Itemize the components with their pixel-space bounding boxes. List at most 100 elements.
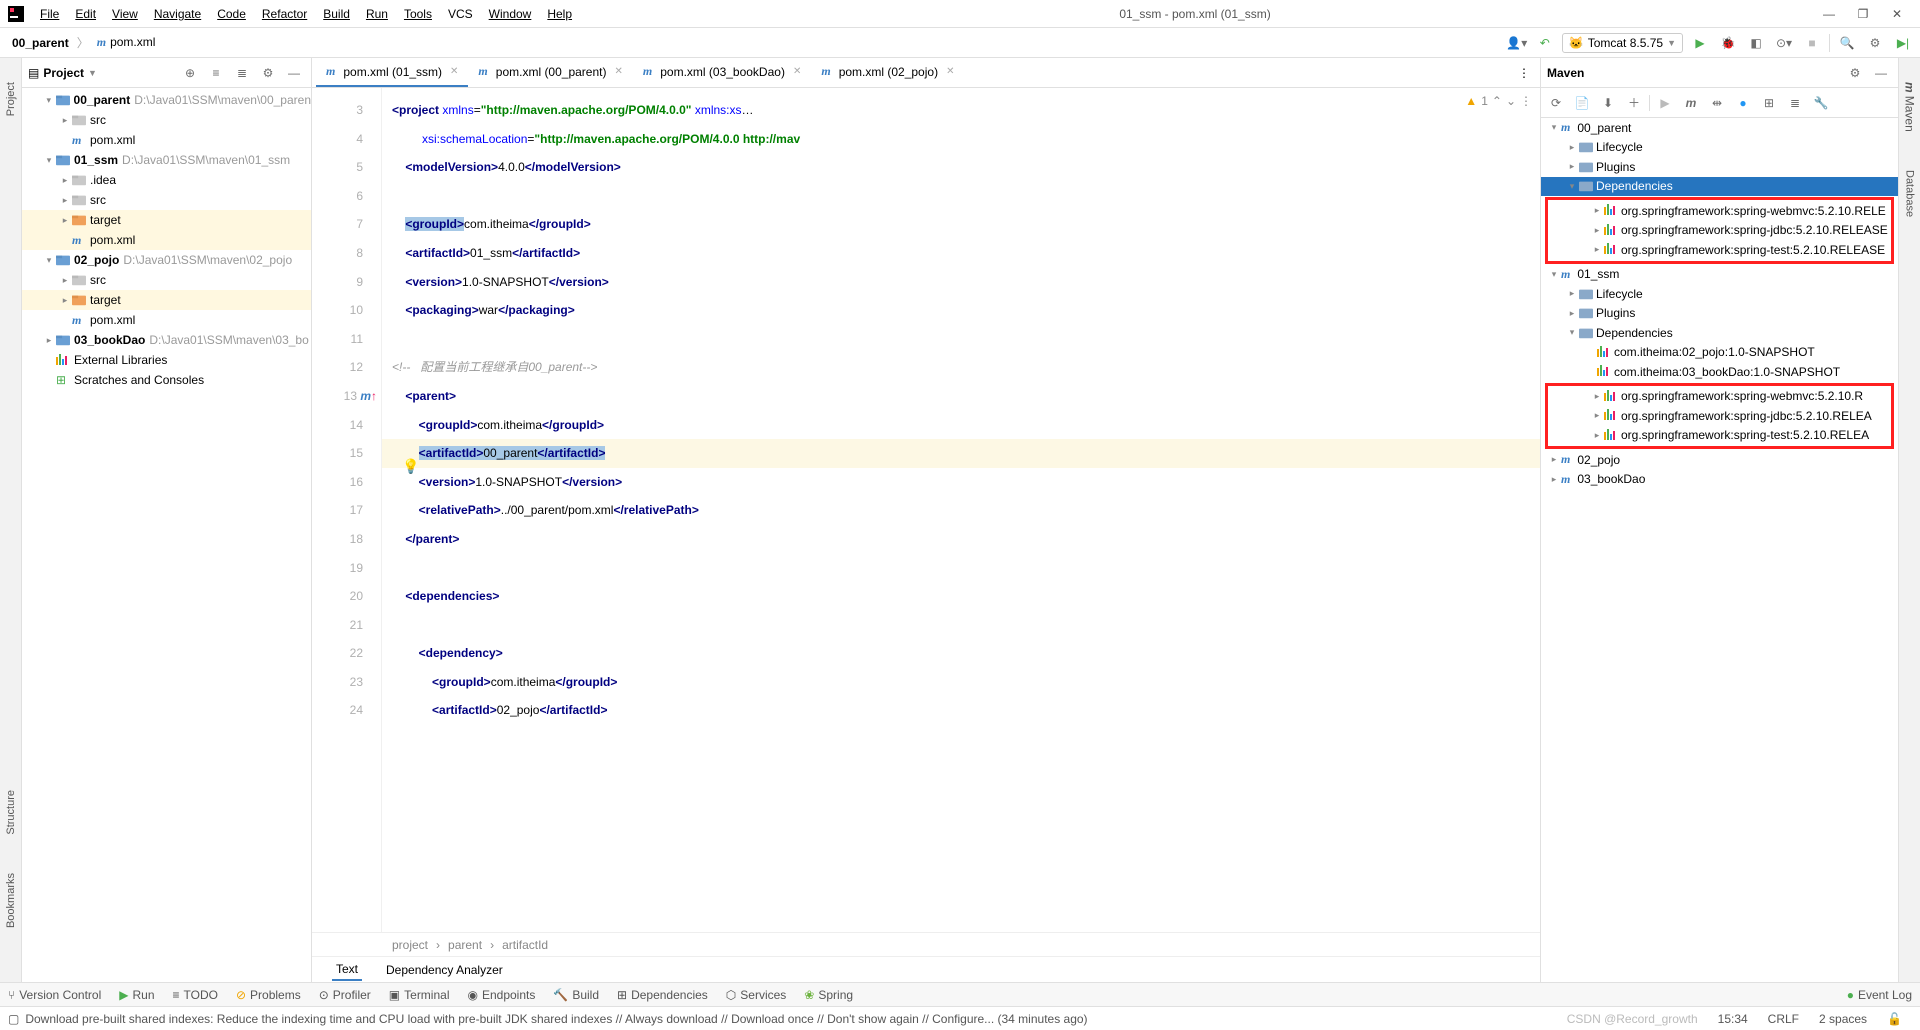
maven-node[interactable]: ▸Plugins (1541, 304, 1898, 324)
expand-arrow-icon[interactable]: ▾ (1547, 122, 1561, 133)
select-opened-file-icon[interactable]: ⊕ (179, 62, 201, 84)
tree-item-03_bookDao[interactable]: ▸03_bookDaoD:\Java01\SSM\maven\03_bo (22, 330, 311, 350)
profile-button[interactable]: ⊙▾ (1773, 32, 1795, 54)
settings-icon[interactable]: ⚙ (1844, 62, 1866, 84)
expand-arrow-icon[interactable]: ▸ (1590, 410, 1604, 421)
menu-tools[interactable]: Tools (396, 5, 440, 23)
add-icon[interactable]: ＋ (1623, 92, 1645, 114)
tree-item-.idea[interactable]: ▸.idea (22, 170, 311, 190)
code-line-24[interactable]: <artifactId>02_pojo</artifactId> (382, 696, 1540, 725)
show-dependencies-icon[interactable]: ⊞ (1758, 92, 1780, 114)
code-line-19[interactable] (382, 554, 1540, 583)
code-line-11[interactable] (382, 325, 1540, 354)
code-line-9[interactable]: <version>1.0-SNAPSHOT</version> (382, 268, 1540, 297)
tree-item-pom.xml[interactable]: mpom.xml (22, 130, 311, 150)
expand-arrow-icon[interactable]: ▸ (1590, 430, 1604, 441)
editor-tab[interactable]: mpom.xml (00_parent)✕ (468, 59, 632, 87)
project-tree[interactable]: ▾00_parentD:\Java01\SSM\maven\00_paren ▸s… (22, 88, 311, 982)
expand-arrow-icon[interactable]: ▸ (1547, 474, 1561, 485)
coverage-button[interactable]: ◧ (1745, 32, 1767, 54)
tree-item-01_ssm[interactable]: ▾01_ssmD:\Java01\SSM\maven\01_ssm (22, 150, 311, 170)
intention-bulb-icon[interactable]: 💡 (402, 458, 419, 475)
maven-node[interactable]: ▾Dependencies (1541, 323, 1898, 343)
menu-window[interactable]: Window (481, 5, 540, 23)
expand-arrow-icon[interactable]: ▸ (58, 275, 72, 286)
tw-profiler[interactable]: ⊙Profiler (319, 988, 371, 1002)
code-line-20[interactable]: <dependencies> (382, 582, 1540, 611)
maximize-button[interactable]: ❐ (1848, 4, 1878, 24)
tw-dependencies[interactable]: ⊞Dependencies (617, 988, 708, 1002)
maven-node[interactable]: ▸org.springframework:spring-test:5.2.10.… (1548, 240, 1891, 260)
expand-all-icon[interactable]: ≡ (205, 62, 227, 84)
maven-node[interactable]: ▸org.springframework:spring-test:5.2.10.… (1548, 426, 1891, 446)
expand-arrow-icon[interactable]: ▾ (1565, 181, 1579, 192)
expand-arrow-icon[interactable]: ▸ (1565, 142, 1579, 153)
status-line-sep[interactable]: CRLF (1758, 1012, 1809, 1026)
expand-arrow-icon[interactable]: ▾ (42, 95, 56, 106)
editor-breadcrumbs[interactable]: project› parent› artifactId (312, 932, 1540, 956)
execute-goal-icon[interactable]: m (1680, 92, 1702, 114)
minimize-button[interactable]: — (1814, 4, 1844, 24)
tab-dependency-analyzer[interactable]: Dependency Analyzer (382, 960, 507, 980)
breadcrumb-file[interactable]: mpom.xml (91, 33, 162, 52)
tree-item-pom.xml[interactable]: mpom.xml (22, 230, 311, 250)
tree-item-target[interactable]: ▸target (22, 290, 311, 310)
menu-code[interactable]: Code (209, 5, 254, 23)
expand-arrow-icon[interactable]: ▾ (42, 155, 56, 166)
code-line-8[interactable]: <artifactId>01_ssm</artifactId> (382, 239, 1540, 268)
back-arrow-icon[interactable]: ↶ (1534, 32, 1556, 54)
status-indent[interactable]: 2 spaces (1809, 1012, 1877, 1026)
run-button[interactable]: ▶ (1689, 32, 1711, 54)
expand-arrow-icon[interactable]: ▸ (1590, 244, 1604, 255)
rail-structure[interactable]: Structure (5, 786, 17, 839)
maven-node[interactable]: ▸org.springframework:spring-jdbc:5.2.10.… (1548, 406, 1891, 426)
code-line-17[interactable]: <relativePath>../00_parent/pom.xml</rela… (382, 496, 1540, 525)
search-everywhere-icon[interactable]: 🔍 (1836, 32, 1858, 54)
expand-arrow-icon[interactable] (1583, 347, 1597, 357)
tw-run[interactable]: ▶Run (119, 988, 154, 1002)
add-user-icon[interactable]: 👤▾ (1506, 32, 1528, 54)
tw-spring[interactable]: ❀Spring (804, 988, 853, 1002)
expand-arrow-icon[interactable]: ▸ (1590, 391, 1604, 402)
expand-arrow-icon[interactable]: ▸ (58, 175, 72, 186)
reload-icon[interactable]: ⟳ (1545, 92, 1567, 114)
code-line-15[interactable]: <artifactId>00_parent</artifactId> (382, 439, 1540, 468)
tab-text[interactable]: Text (332, 959, 362, 981)
expand-arrow-icon[interactable]: ▸ (58, 115, 72, 126)
expand-arrow-icon[interactable]: ▸ (58, 195, 72, 206)
code-line-4[interactable]: xsi:schemaLocation="http://maven.apache.… (382, 125, 1540, 154)
code-line-10[interactable]: <packaging>war</packaging> (382, 296, 1540, 325)
maven-node[interactable]: ▸m03_bookDao (1541, 470, 1898, 490)
toggle-offline-icon[interactable]: ⇹ (1706, 92, 1728, 114)
run-anything-icon[interactable]: ▶| (1892, 32, 1914, 54)
maven-node[interactable]: ▾m00_parent (1541, 118, 1898, 138)
menu-file[interactable]: File (32, 5, 67, 23)
status-lock-icon[interactable]: 🔓 (1877, 1012, 1912, 1026)
code-line-6[interactable] (382, 182, 1540, 211)
tw-event-log[interactable]: ●Event Log (1847, 988, 1912, 1002)
expand-arrow-icon[interactable]: ▾ (1547, 269, 1561, 280)
expand-arrow-icon[interactable]: ▸ (42, 335, 56, 346)
menu-edit[interactable]: Edit (67, 5, 104, 23)
expand-arrow-icon[interactable]: ▸ (58, 215, 72, 226)
tw-todo[interactable]: ≡TODO (173, 988, 218, 1002)
rail-maven[interactable]: m Maven (1903, 78, 1917, 136)
maven-node[interactable]: ▾m01_ssm (1541, 265, 1898, 285)
tree-item-src[interactable]: ▸src (22, 270, 311, 290)
tw-build[interactable]: 🔨Build (553, 988, 599, 1002)
expand-arrow-icon[interactable]: ▸ (1547, 454, 1561, 465)
code-line-23[interactable]: <groupId>com.itheima</groupId> (382, 668, 1540, 697)
tree-item-00_parent[interactable]: ▾00_parentD:\Java01\SSM\maven\00_paren (22, 90, 311, 110)
generate-sources-icon[interactable]: 📄 (1571, 92, 1593, 114)
maven-node[interactable]: ▸m02_pojo (1541, 450, 1898, 470)
download-icon[interactable]: ⬇ (1597, 92, 1619, 114)
rail-database[interactable]: Database (1904, 166, 1916, 221)
status-message[interactable]: Download pre-built shared indexes: Reduc… (25, 1012, 1556, 1026)
expand-arrow-icon[interactable]: ▾ (42, 255, 56, 266)
code-line-21[interactable] (382, 611, 1540, 640)
maven-node[interactable]: com.itheima:03_bookDao:1.0-SNAPSHOT (1541, 362, 1898, 382)
maven-tree[interactable]: ▾m00_parent▸Lifecycle▸Plugins▾Dependenci… (1541, 118, 1898, 982)
tw-version-control[interactable]: ⑂Version Control (8, 988, 101, 1002)
expand-arrow-icon[interactable]: ▸ (1565, 308, 1579, 319)
editor-tab[interactable]: mpom.xml (02_pojo)✕ (811, 59, 964, 87)
